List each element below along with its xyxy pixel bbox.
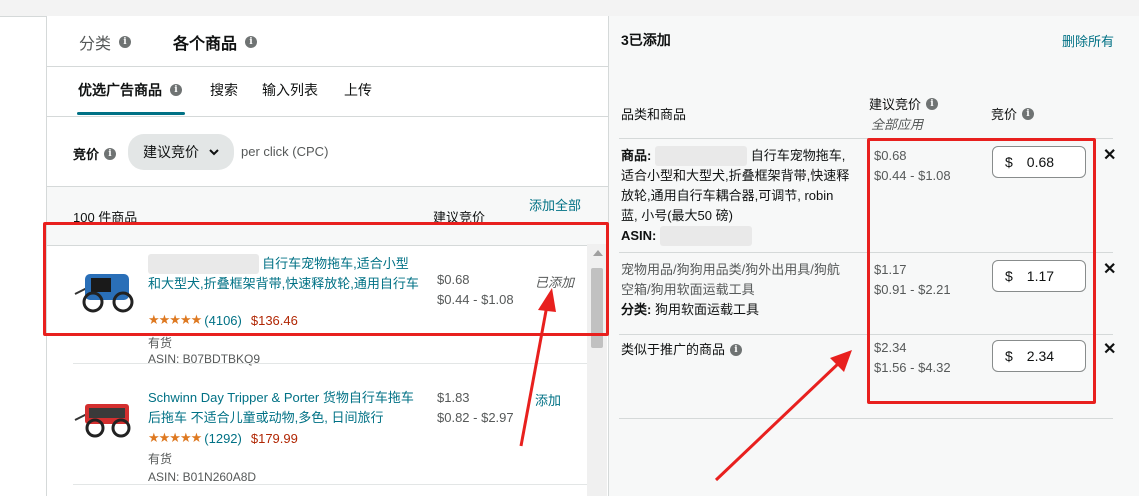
annotation-arrowhead bbox=[538, 288, 556, 312]
annotation-arrow-line bbox=[714, 360, 842, 482]
annotation-arrows bbox=[519, 288, 852, 482]
annotation-arrow-line bbox=[519, 299, 550, 447]
